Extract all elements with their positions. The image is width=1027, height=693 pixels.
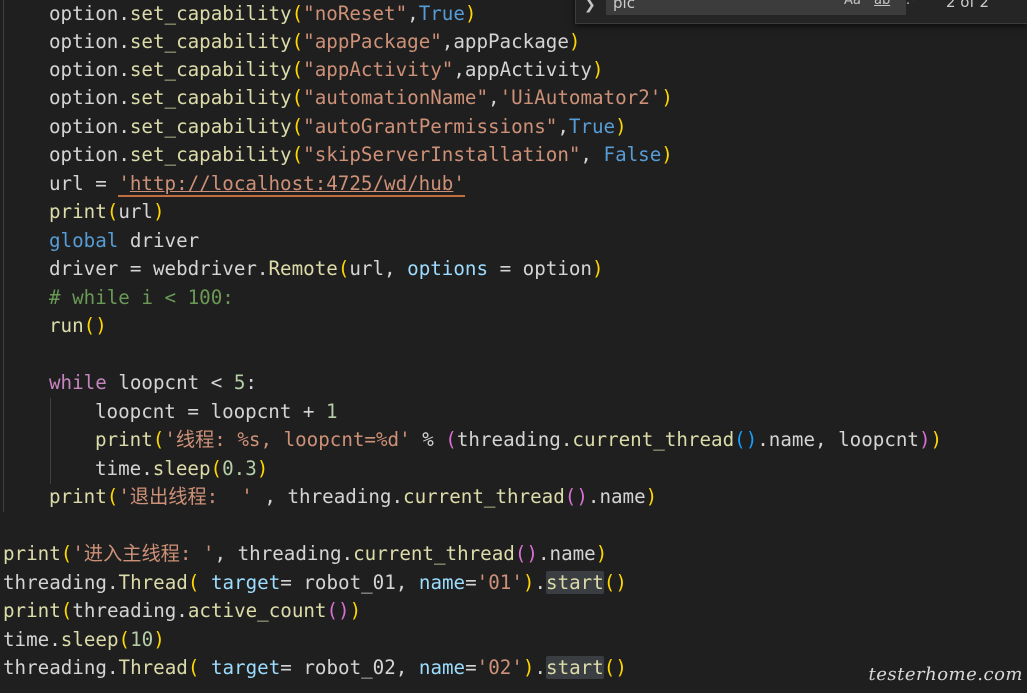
code-comment: # while i < 100: bbox=[49, 286, 234, 309]
chevron-right-icon[interactable]: ❯ bbox=[584, 0, 596, 13]
code-line[interactable]: option.set_capability("appActivity",appA… bbox=[49, 56, 604, 84]
search-match-highlight: start bbox=[546, 656, 604, 679]
code-line[interactable]: time.sleep(0.3) bbox=[95, 455, 268, 483]
url-link[interactable]: http://localhost:4725/wd/hub bbox=[130, 172, 453, 195]
code-line[interactable]: time.sleep(10) bbox=[3, 626, 165, 654]
code-line[interactable]: run() bbox=[49, 312, 107, 340]
code-line[interactable]: option.set_capability("skipServerInstall… bbox=[49, 141, 673, 169]
code-line[interactable]: option.set_capability("automationName",'… bbox=[49, 84, 673, 112]
code-line[interactable]: print('线程: %s, loopcnt=%d' % (threading.… bbox=[95, 426, 942, 454]
code-line[interactable]: # while i < 100: bbox=[49, 284, 234, 312]
code-line[interactable]: print(threading.active_count()) bbox=[3, 597, 361, 625]
find-input[interactable] bbox=[606, 0, 906, 15]
code-line[interactable]: option.set_capability("autoGrantPermissi… bbox=[49, 113, 627, 141]
code-line[interactable]: url = 'http://localhost:4725/wd/hub' bbox=[49, 170, 465, 198]
code-line[interactable]: driver = webdriver.Remote(url, options =… bbox=[49, 255, 604, 283]
code-line[interactable]: option.set_capability("noReset",True) bbox=[49, 0, 476, 28]
regex-toggle[interactable]: .* bbox=[906, 0, 917, 8]
code-line[interactable]: threading.Thread( target= robot_01, name… bbox=[3, 569, 627, 597]
code-line[interactable]: threading.Thread( target= robot_02, name… bbox=[3, 654, 627, 682]
whole-word-toggle[interactable]: ab bbox=[874, 0, 890, 8]
indent-guide bbox=[50, 398, 51, 484]
indent-guide bbox=[3, 0, 4, 512]
code-line[interactable]: loopcnt = loopcnt + 1 bbox=[95, 398, 338, 426]
watermark: testerhome.com bbox=[868, 664, 1023, 685]
search-match-highlight: start bbox=[546, 571, 604, 594]
code-line[interactable]: global driver bbox=[49, 227, 199, 255]
find-match-count: 2 of 2 bbox=[946, 0, 990, 11]
code-line[interactable]: while loopcnt < 5: bbox=[49, 369, 257, 397]
code-line[interactable]: print('退出线程: ' , threading.current_threa… bbox=[49, 483, 657, 511]
code-editor[interactable]: option.set_capability("noReset",True) op… bbox=[0, 0, 1027, 693]
code-line[interactable]: option.set_capability("appPackage",appPa… bbox=[49, 28, 580, 56]
match-case-toggle[interactable]: Aa bbox=[844, 0, 861, 8]
code-line[interactable]: print(url) bbox=[49, 198, 165, 226]
code-line[interactable]: print('进入主线程: ', threading.current_threa… bbox=[3, 540, 607, 568]
find-widget: ❯ Aa ab .* 2 of 2 bbox=[575, 0, 1027, 24]
